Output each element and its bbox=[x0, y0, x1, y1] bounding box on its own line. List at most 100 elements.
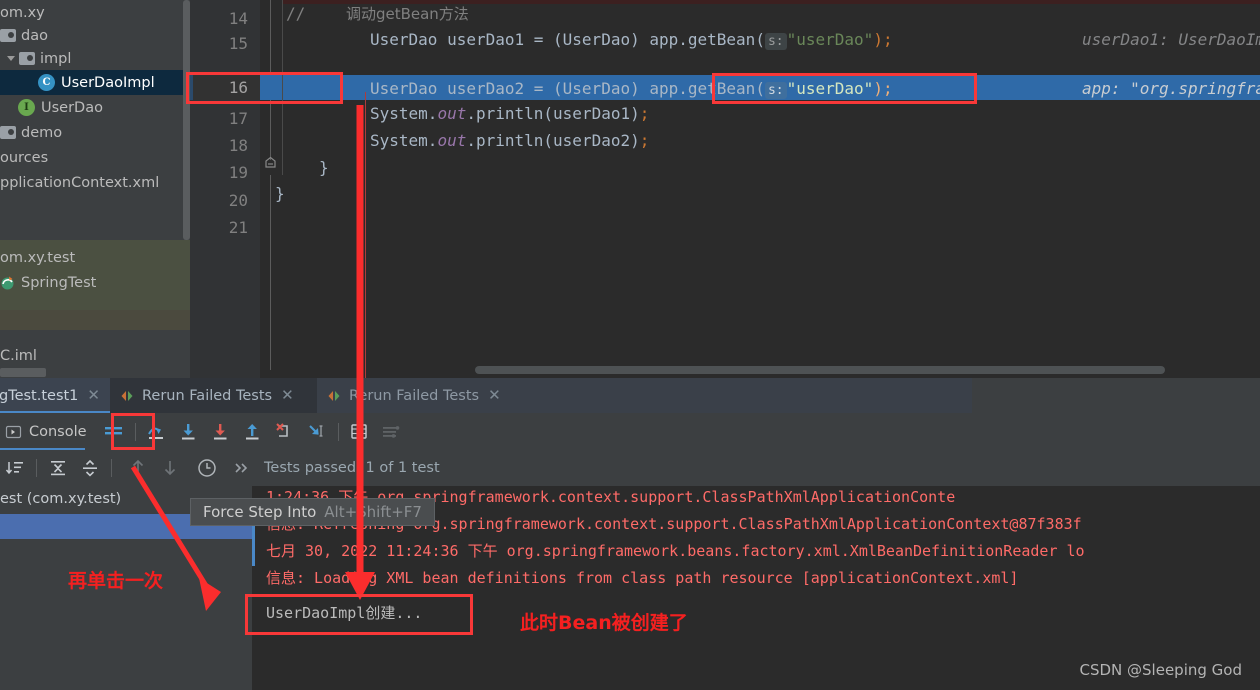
line-number: 17 bbox=[228, 109, 248, 128]
test-runner-toolbar[interactable]: Tests passed: 1 of 1 test bbox=[0, 450, 1260, 486]
iml-label: C.iml bbox=[0, 348, 37, 364]
line-number: 14 bbox=[228, 9, 248, 28]
field-out: out bbox=[437, 104, 467, 123]
project-item-label: om.xy bbox=[0, 4, 45, 21]
project-item-label: SpringTest bbox=[21, 274, 97, 291]
spring-icon bbox=[0, 275, 15, 290]
field-out: out bbox=[437, 131, 467, 150]
comment-text bbox=[305, 4, 346, 23]
inline-debug-hint-15: userDao1: UserDaoImpl@168 bbox=[1082, 30, 1260, 49]
folder-icon bbox=[0, 126, 16, 139]
code-content[interactable]: // 调动getBean方法 UserDao userDao1 = (UserD… bbox=[275, 0, 1260, 378]
rerun-failed-tests-icon bbox=[120, 389, 134, 403]
toolbar-separator bbox=[134, 422, 136, 441]
folder-icon bbox=[19, 52, 35, 65]
close-icon[interactable]: ✕ bbox=[281, 388, 294, 403]
console-line-stdout: UserDaoImpl创建... bbox=[266, 604, 423, 622]
project-item-label: ources bbox=[0, 149, 49, 166]
chevrons-icon[interactable] bbox=[229, 455, 255, 481]
project-item-label: impl bbox=[40, 50, 72, 67]
project-tree-item[interactable]: om.xy bbox=[0, 0, 190, 25]
step-over-icon[interactable] bbox=[144, 419, 170, 445]
filter-lines-icon[interactable] bbox=[101, 419, 127, 445]
code-text: .println(userDao2) bbox=[466, 131, 640, 150]
tab-label: Rerun Failed Tests bbox=[142, 387, 273, 404]
project-tree-scrollbar[interactable] bbox=[183, 0, 190, 240]
collapse-all-icon[interactable] bbox=[77, 455, 103, 481]
editor-horizontal-scrollbar[interactable] bbox=[475, 366, 1165, 374]
debugger-toolbar[interactable]: Console bbox=[0, 413, 1260, 450]
project-tree-item-springtest[interactable]: SpringTest bbox=[0, 270, 190, 295]
tab-console[interactable]: Console bbox=[0, 413, 97, 450]
code-punct: ); bbox=[873, 30, 893, 49]
project-tree-item-test-pkg[interactable]: om.xy.test bbox=[0, 245, 190, 270]
code-line-15: UserDao userDao1 = (UserDao) app.getBean… bbox=[370, 27, 893, 52]
project-item-label: demo bbox=[21, 124, 63, 141]
force-step-into-icon[interactable] bbox=[208, 419, 234, 445]
run-tool-window[interactable]: gTest.test1 ✕ Rerun Failed Tests ✕ Rerun… bbox=[0, 378, 1260, 690]
code-text: System. bbox=[370, 131, 438, 150]
next-failed-icon[interactable] bbox=[157, 455, 183, 481]
line-number: 18 bbox=[228, 136, 248, 155]
project-tree-item-resources[interactable]: ources bbox=[0, 145, 190, 170]
line-number-current: 16 bbox=[228, 78, 248, 97]
clock-icon[interactable] bbox=[194, 455, 220, 481]
tab-label: gTest.test1 bbox=[0, 387, 79, 404]
console-line: 信息: Loading XML bean definitions from cl… bbox=[266, 569, 1019, 587]
rerun-failed-tests-icon bbox=[327, 389, 341, 403]
param-hint-chip: s: bbox=[764, 82, 787, 99]
code-editor[interactable]: 14 15 16 17 18 19 20 21 // 调动getBean方法 U… bbox=[190, 0, 1260, 378]
project-tree-panel[interactable]: om.xy dao impl C UserDaoImpl I UserDao d… bbox=[0, 0, 190, 330]
test-tree-label: est (com.xy.test) bbox=[0, 490, 122, 507]
string-literal: "userDao" bbox=[786, 30, 874, 49]
editor-gutter[interactable]: 14 15 16 17 18 19 20 21 bbox=[190, 0, 260, 378]
code-punct: ; bbox=[639, 104, 650, 123]
toolbar-separator bbox=[337, 422, 339, 441]
project-item-label: dao bbox=[21, 27, 48, 44]
code-text: UserDao userDao2 = (UserDao) app.getBean… bbox=[370, 79, 765, 98]
close-icon[interactable]: ✕ bbox=[87, 388, 100, 403]
close-icon[interactable]: ✕ bbox=[488, 388, 501, 403]
project-tree-item-dao[interactable]: dao bbox=[0, 23, 190, 48]
code-line-20: } bbox=[275, 184, 285, 203]
tab-rerun-failed-tests-1[interactable]: Rerun Failed Tests ✕ bbox=[110, 378, 317, 413]
tests-passed-status: Tests passed: 1 of 1 test bbox=[264, 460, 440, 476]
sort-by-duration-icon[interactable] bbox=[2, 455, 28, 481]
tooltip-shortcut: Alt+Shift+F7 bbox=[324, 503, 422, 521]
project-tree-item-userdao[interactable]: I UserDao bbox=[0, 95, 190, 120]
code-line-19: } bbox=[319, 158, 329, 177]
code-line-18: System.out.println(userDao2); bbox=[370, 128, 649, 153]
step-out-icon[interactable] bbox=[240, 419, 266, 445]
settings-lines-icon[interactable] bbox=[379, 419, 405, 445]
line-number: 21 bbox=[228, 218, 248, 237]
force-step-into-tooltip: Force Step Into Alt+Shift+F7 bbox=[190, 498, 435, 526]
evaluate-expression-icon[interactable] bbox=[347, 419, 373, 445]
ide-screenshot: om.xy dao impl C UserDaoImpl I UserDao d… bbox=[0, 0, 1260, 690]
line-number: 20 bbox=[228, 191, 248, 210]
annotation-bean-created: 此时Bean被创建了 bbox=[520, 612, 688, 634]
run-to-cursor-icon[interactable] bbox=[304, 419, 330, 445]
drop-frame-icon[interactable] bbox=[272, 419, 298, 445]
prev-failed-icon[interactable] bbox=[125, 455, 151, 481]
fold-collapse-icon[interactable] bbox=[263, 155, 278, 170]
iml-placeholder-bar bbox=[0, 368, 46, 377]
project-tree-item-userdaoimpl[interactable]: C UserDaoImpl bbox=[0, 70, 190, 95]
comment-text-cjk: 调动getBean方法 bbox=[345, 5, 469, 23]
code-text: .println(userDao1) bbox=[466, 104, 640, 123]
code-line-16: UserDao userDao2 = (UserDao) app.getBean… bbox=[370, 76, 893, 101]
annotation-click-again: 再单击一次 bbox=[68, 570, 164, 592]
tab-rerun-failed-tests-2[interactable]: Rerun Failed Tests ✕ bbox=[317, 378, 972, 413]
project-tree-item-impl[interactable]: impl bbox=[0, 46, 190, 71]
tooltip-label: Force Step Into bbox=[203, 503, 317, 521]
tab-springtest-test1[interactable]: gTest.test1 ✕ bbox=[0, 378, 110, 413]
console-icon bbox=[5, 424, 22, 440]
code-text: System. bbox=[370, 104, 438, 123]
run-tab-bar[interactable]: gTest.test1 ✕ Rerun Failed Tests ✕ Rerun… bbox=[0, 378, 1260, 413]
interface-icon: I bbox=[18, 99, 35, 116]
chevron-down-icon[interactable] bbox=[6, 53, 17, 64]
step-into-icon[interactable] bbox=[176, 419, 202, 445]
project-tree-item-demo[interactable]: demo bbox=[0, 120, 190, 145]
project-tree-item-appcontext-xml[interactable]: pplicationContext.xml bbox=[0, 170, 190, 195]
expand-all-icon[interactable] bbox=[45, 455, 71, 481]
string-literal: "userDao" bbox=[786, 79, 874, 98]
